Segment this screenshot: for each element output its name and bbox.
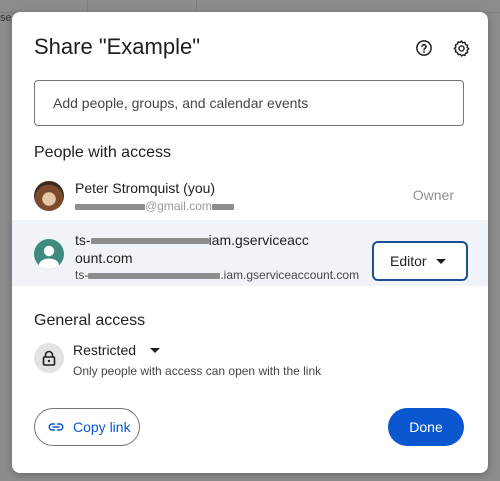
- general-access-description: Only people with access can open with th…: [73, 364, 322, 378]
- caret-down-icon: [436, 259, 446, 264]
- redacted-text: [90, 238, 209, 245]
- editor-email: ts- .iam.gserviceaccount.com: [75, 268, 360, 282]
- lock-badge: [34, 343, 64, 373]
- help-button[interactable]: [410, 34, 438, 62]
- lock-icon: [42, 350, 56, 366]
- redacted-text: [88, 272, 221, 279]
- general-access-heading: General access: [34, 312, 146, 329]
- editor-name: ts-iam.gserviceacc ount.com: [75, 232, 309, 266]
- redacted-text: [211, 203, 234, 210]
- copy-link-label: Copy link: [73, 419, 131, 435]
- gear-icon: [453, 39, 469, 57]
- owner-avatar: [34, 181, 64, 211]
- redacted-text: [75, 203, 145, 210]
- owner-role-label: Owner: [412, 187, 454, 203]
- owner-name: Peter Stromquist (you): [75, 180, 216, 196]
- person-icon: [39, 245, 59, 269]
- dialog-title: Share "Example": [34, 34, 201, 59]
- role-dropdown-label: Editor: [390, 253, 427, 269]
- caret-down-icon: [150, 347, 161, 353]
- user-avatar-icon: [34, 239, 64, 269]
- owner-email: @gmail.com: [75, 199, 234, 213]
- owner-row: Peter Stromquist (you) @gmail.com Owner: [12, 172, 488, 218]
- copy-link-button[interactable]: Copy link: [34, 408, 140, 446]
- settings-button[interactable]: [447, 34, 475, 62]
- help-circle-icon: [416, 40, 432, 56]
- editor-role-dropdown[interactable]: Editor: [372, 241, 468, 281]
- add-people-input[interactable]: [34, 80, 464, 126]
- editor-row: ts-iam.gserviceacc ount.com ts- .iam.gser…: [12, 220, 488, 286]
- bg-cell-text: se: [0, 12, 12, 24]
- people-with-access-heading: People with access: [34, 144, 171, 161]
- share-dialog: Share "Example" People with access Peter…: [12, 12, 488, 473]
- general-access-dropdown[interactable]: Restricted: [73, 342, 161, 358]
- general-access-value: Restricted: [73, 342, 137, 358]
- done-button[interactable]: Done: [388, 408, 464, 446]
- link-icon: [48, 423, 64, 431]
